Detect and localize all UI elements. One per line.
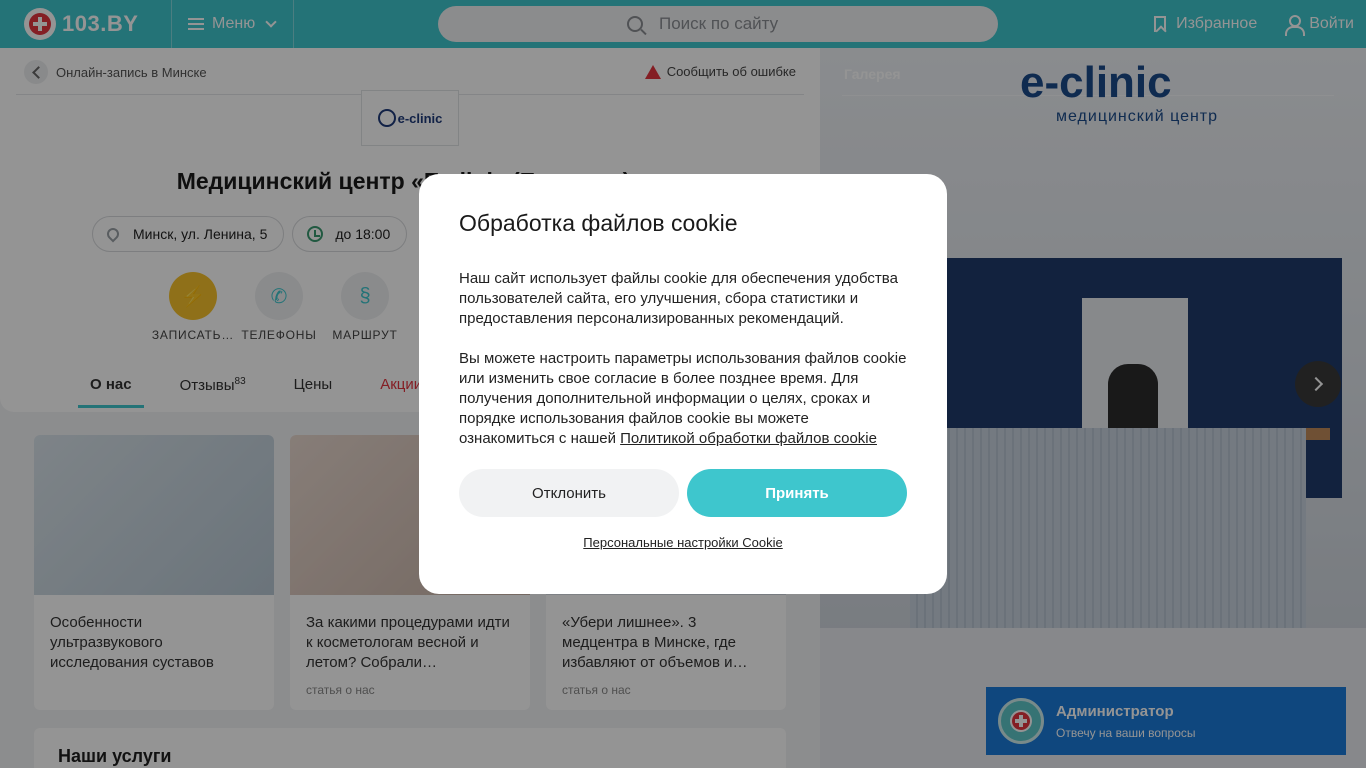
cookie-modal: Обработка файлов cookie Наш сайт использ… [419,174,947,594]
cookie-modal-title: Обработка файлов cookie [459,210,738,236]
accept-button[interactable]: Принять [687,469,907,517]
decline-button[interactable]: Отклонить [459,469,679,517]
cookie-buttons: Отклонить Принять [459,469,907,517]
cookie-modal-paragraph2: Вы можете настроить параметры использова… [459,349,907,449]
cookie-modal-paragraph1: Наш сайт использует файлы cookie для обе… [459,270,898,327]
cookie-policy-link[interactable]: Политикой обработки файлов cookie [620,430,877,447]
personal-cookie-settings-link[interactable]: Персональные настройки Cookie [459,535,907,550]
